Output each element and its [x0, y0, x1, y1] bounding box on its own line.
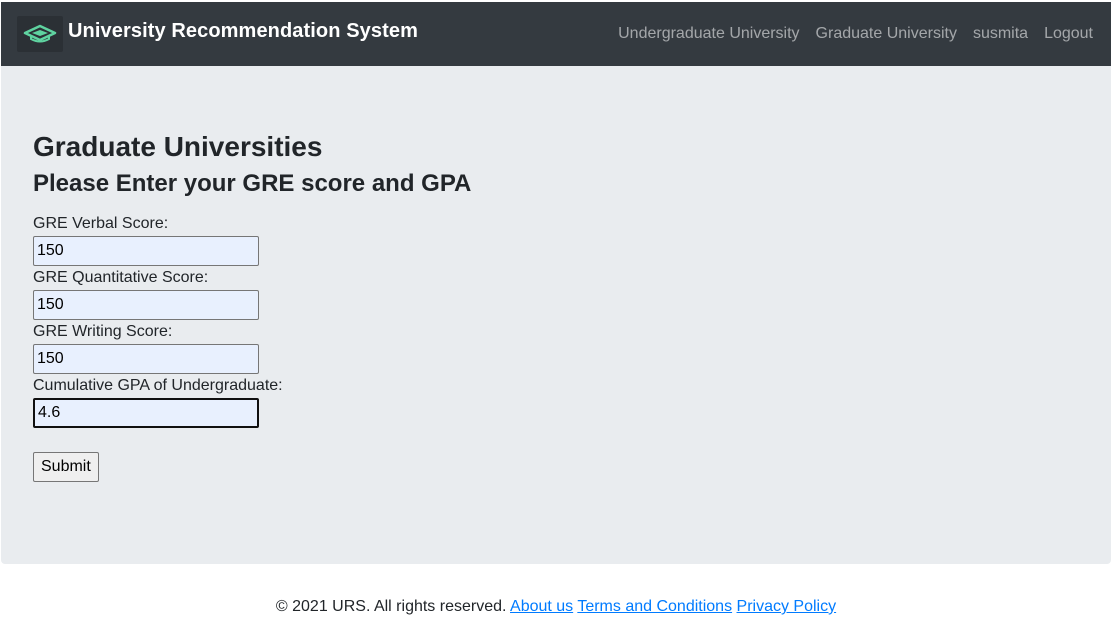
gre-quantitative-field: GRE Quantitative Score:	[33, 269, 471, 323]
submit-button[interactable]: Submit	[33, 452, 99, 482]
nav-link-graduate-university[interactable]: Graduate University	[808, 25, 965, 43]
score-form: GRE Verbal Score: GRE Quantitative Score…	[33, 215, 471, 482]
gpa-input[interactable]	[33, 398, 259, 428]
gre-verbal-label: GRE Verbal Score:	[33, 215, 169, 232]
graduation-cap-icon	[17, 16, 63, 52]
nav-link-username[interactable]: susmita	[965, 25, 1036, 43]
gre-writing-label: GRE Writing Score:	[33, 323, 173, 340]
brand[interactable]: University Recommendation System	[17, 16, 418, 52]
gre-verbal-field: GRE Verbal Score:	[33, 215, 471, 269]
footer-link-about-us[interactable]: About us	[510, 598, 573, 615]
gre-quantitative-input[interactable]	[33, 290, 259, 320]
main-panel: Graduate Universities Please Enter your …	[1, 66, 1111, 564]
footer-link-privacy[interactable]: Privacy Policy	[737, 598, 837, 615]
top-navbar: University Recommendation System Undergr…	[1, 2, 1111, 66]
gre-quantitative-label: GRE Quantitative Score:	[33, 269, 209, 286]
nav-link-logout[interactable]: Logout	[1036, 25, 1101, 43]
brand-title: University Recommendation System	[68, 19, 418, 42]
gre-writing-input[interactable]	[33, 344, 259, 374]
page-subtitle: Please Enter your GRE score and GPA	[33, 170, 472, 197]
nav-links: Undergraduate University Graduate Univer…	[610, 2, 1101, 66]
gre-verbal-input[interactable]	[33, 236, 259, 266]
page-title: Graduate Universities	[33, 131, 323, 162]
copyright-text: © 2021 URS. All rights reserved.	[275, 598, 507, 615]
footer: © 2021 URS. All rights reserved. About u…	[0, 598, 1112, 616]
main-content: Graduate Universities Please Enter your …	[33, 130, 471, 482]
footer-link-terms[interactable]: Terms and Conditions	[577, 598, 732, 615]
gre-writing-field: GRE Writing Score:	[33, 323, 471, 377]
nav-link-undergraduate-university[interactable]: Undergraduate University	[610, 25, 807, 43]
gpa-label: Cumulative GPA of Undergraduate:	[33, 377, 283, 394]
gpa-field: Cumulative GPA of Undergraduate:	[33, 377, 471, 431]
